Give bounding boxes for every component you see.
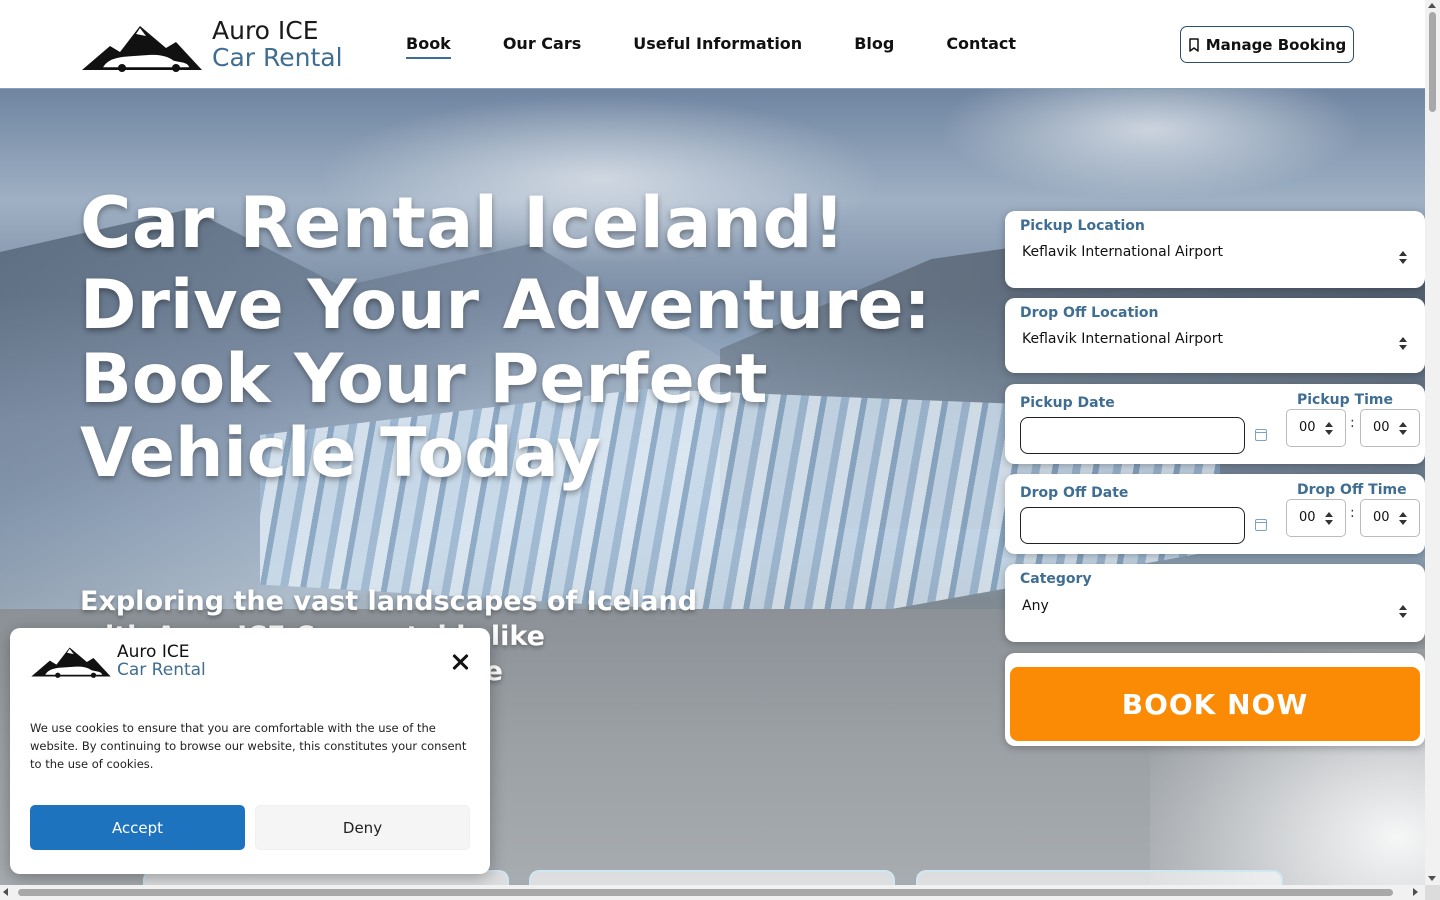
time-separator: : [1350, 505, 1355, 521]
scroll-right-arrow-icon[interactable] [1413, 888, 1418, 896]
nav-item-our-cars[interactable]: Our Cars [503, 34, 581, 59]
pickup-time-label: Pickup Time [1297, 392, 1393, 408]
select-arrows-icon [1399, 251, 1408, 265]
pickup-date-time-group: Pickup Date Pickup Time 00 : 00 [1005, 384, 1425, 464]
pickup-minute-value: 00 [1373, 420, 1390, 435]
select-arrows-icon [1399, 605, 1408, 619]
dropoff-time-label: Drop Off Time [1297, 482, 1407, 498]
nav-item-book[interactable]: Book [406, 34, 451, 59]
book-now-container: BOOK NOW [1005, 653, 1425, 746]
dropoff-date-input[interactable] [1020, 507, 1245, 544]
brand-name-line1: Auro ICE [212, 16, 319, 45]
cookie-brand-line2: Car Rental [117, 660, 206, 680]
site-header: Auro ICE Car Rental Book Our Cars Useful… [0, 0, 1425, 89]
dropoff-date-label: Drop Off Date [1020, 485, 1129, 501]
deny-cookies-button[interactable]: Deny [255, 805, 470, 850]
time-separator: : [1350, 415, 1355, 431]
cookie-message: We use cookies to ensure that you are co… [30, 721, 467, 771]
pickup-location-value: Keflavik International Airport [1022, 244, 1223, 260]
pickup-date-label: Pickup Date [1020, 395, 1115, 411]
select-arrows-icon [1399, 337, 1408, 351]
dropoff-location-label: Drop Off Location [1020, 305, 1159, 321]
pickup-minute-select[interactable]: 00 [1360, 409, 1420, 447]
accept-cookies-button[interactable]: Accept [30, 805, 245, 850]
pickup-date-input[interactable] [1020, 417, 1245, 454]
vertical-scrollbar[interactable] [1425, 0, 1440, 885]
category-select[interactable]: Category Any [1005, 564, 1425, 642]
dropoff-minute-value: 00 [1373, 510, 1390, 525]
category-value: Any [1022, 598, 1049, 614]
hero-title: Car Rental Iceland! [80, 182, 846, 264]
select-arrows-icon [1399, 512, 1408, 526]
dropoff-hour-select[interactable]: 00 [1286, 499, 1346, 537]
select-arrows-icon [1325, 422, 1334, 436]
scroll-down-arrow-icon[interactable] [1428, 876, 1436, 881]
pickup-hour-value: 00 [1299, 420, 1316, 435]
cookie-brand-logo: Auro ICE Car Rental [30, 642, 230, 682]
mountain-car-logo-icon [82, 26, 202, 72]
brand-name-line2: Car Rental [212, 43, 343, 72]
nav-item-useful-information[interactable]: Useful Information [633, 34, 802, 59]
dropoff-location-select[interactable]: Drop Off Location Keflavik International… [1005, 298, 1425, 373]
dropoff-location-value: Keflavik International Airport [1022, 331, 1223, 347]
scroll-left-arrow-icon[interactable] [3, 888, 8, 896]
horizontal-scroll-thumb[interactable] [18, 889, 1393, 896]
calendar-icon[interactable] [1255, 519, 1267, 531]
dropoff-date-time-group: Drop Off Date Drop Off Time 00 : 00 [1005, 474, 1425, 554]
mountain-car-logo-icon [31, 647, 111, 678]
cookie-brand-line1: Auro ICE [117, 642, 190, 662]
main-nav: Book Our Cars Useful Information Blog Co… [406, 34, 1016, 59]
manage-booking-label: Manage Booking [1205, 35, 1347, 54]
nav-item-blog[interactable]: Blog [854, 34, 894, 59]
pickup-hour-select[interactable]: 00 [1286, 409, 1346, 447]
select-arrows-icon [1325, 512, 1334, 526]
bookmark-icon [1188, 37, 1199, 52]
nav-item-contact[interactable]: Contact [946, 34, 1016, 59]
category-label: Category [1020, 571, 1092, 587]
select-arrows-icon [1399, 422, 1408, 436]
pickup-location-label: Pickup Location [1020, 218, 1145, 234]
scroll-up-arrow-icon[interactable] [1428, 3, 1436, 8]
horizontal-scrollbar[interactable] [0, 885, 1425, 900]
book-now-button[interactable]: BOOK NOW [1010, 667, 1420, 741]
vertical-scroll-thumb[interactable] [1429, 12, 1436, 112]
brand-logo[interactable]: Auro ICE Car Rental [80, 16, 360, 74]
dropoff-hour-value: 00 [1299, 510, 1316, 525]
close-icon[interactable] [450, 652, 470, 672]
scrollbar-corner [1425, 885, 1440, 900]
hero-subtitle: Drive Your Adventure: Book Your Perfect … [80, 266, 931, 493]
calendar-icon[interactable] [1255, 429, 1267, 441]
dropoff-minute-select[interactable]: 00 [1360, 499, 1420, 537]
manage-booking-button[interactable]: Manage Booking [1180, 26, 1354, 63]
pickup-location-select[interactable]: Pickup Location Keflavik International A… [1005, 211, 1425, 288]
cookie-consent-dialog: Auro ICE Car Rental We use cookies to en… [10, 628, 490, 874]
